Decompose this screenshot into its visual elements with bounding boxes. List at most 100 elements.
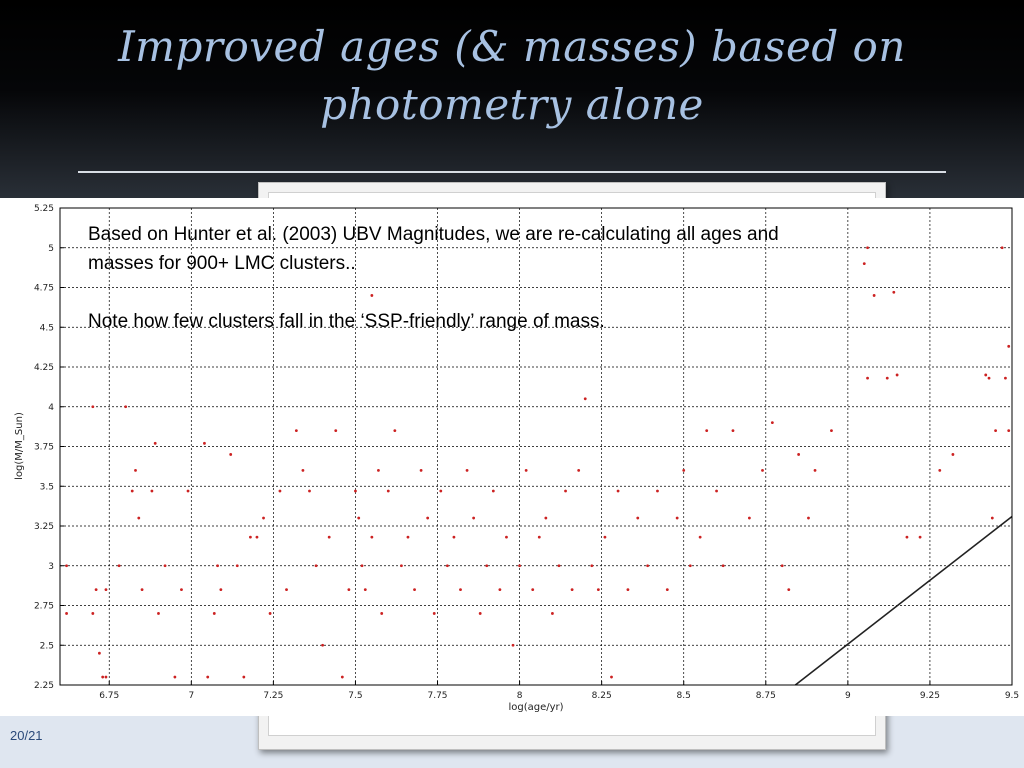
data-point xyxy=(990,516,994,520)
data-point xyxy=(360,564,364,568)
data-point xyxy=(787,588,791,591)
data-point xyxy=(895,373,899,377)
data-point xyxy=(134,468,137,472)
data-point xyxy=(705,429,709,432)
data-point xyxy=(892,290,896,294)
x-tick-label: 9.25 xyxy=(920,691,940,701)
data-point xyxy=(406,535,410,539)
y-tick-label: 4.75 xyxy=(34,284,54,294)
data-point xyxy=(91,405,95,409)
data-point xyxy=(101,675,105,679)
data-point xyxy=(731,429,735,432)
data-point xyxy=(314,564,318,568)
data-point xyxy=(206,675,210,679)
data-point xyxy=(524,468,528,472)
x-tick-label: 7.25 xyxy=(263,691,283,701)
title-underline xyxy=(78,171,946,173)
data-point xyxy=(386,489,390,493)
data-point xyxy=(65,564,68,568)
x-tick-label: 8 xyxy=(517,691,523,701)
y-tick-label: 5 xyxy=(48,244,54,254)
data-point xyxy=(163,564,167,568)
ssp-limit-line xyxy=(794,515,1013,686)
data-point xyxy=(688,564,692,568)
data-point xyxy=(137,516,141,520)
data-point xyxy=(249,535,252,539)
data-point xyxy=(636,516,640,520)
scatter-figure: 6.75 7 7.25 7.5 7.75 8 8.25 8.5 8.75 9 9.25 9.5 2.25… xyxy=(0,198,1024,716)
data-point xyxy=(173,675,177,679)
data-point xyxy=(747,516,751,520)
data-point xyxy=(262,516,265,520)
data-point xyxy=(866,246,869,250)
data-point xyxy=(117,564,121,568)
data-point xyxy=(866,376,869,380)
data-point xyxy=(452,535,456,539)
data-point xyxy=(511,643,515,647)
data-point xyxy=(830,429,833,432)
y-tick-label: 2.25 xyxy=(34,681,54,691)
data-point xyxy=(157,612,160,615)
data-point xyxy=(872,294,876,297)
data-point xyxy=(905,535,909,539)
note-ssp-friendly: Note how few clusters fall in the ‘SSP-f… xyxy=(88,311,605,332)
data-point xyxy=(370,535,374,539)
data-point xyxy=(278,489,282,493)
data-point xyxy=(603,535,607,539)
data-point xyxy=(885,376,889,380)
data-point xyxy=(721,564,725,568)
data-point xyxy=(675,516,679,520)
data-point xyxy=(715,489,718,493)
data-point xyxy=(203,441,206,445)
data-point xyxy=(445,564,449,568)
data-point xyxy=(518,564,521,568)
data-point xyxy=(557,564,561,568)
data-point xyxy=(1000,246,1004,250)
data-point xyxy=(665,588,669,591)
data-point xyxy=(380,612,384,615)
data-point xyxy=(301,468,305,472)
data-point xyxy=(294,429,298,432)
data-point xyxy=(65,612,68,615)
data-point xyxy=(797,453,801,456)
x-tick-label: 8.25 xyxy=(592,691,612,701)
data-point xyxy=(505,535,508,539)
data-point xyxy=(216,564,219,568)
data-point xyxy=(780,564,784,568)
data-point xyxy=(242,675,246,679)
data-point xyxy=(97,651,101,655)
y-tick-label: 4.25 xyxy=(34,363,54,373)
data-point xyxy=(186,489,190,493)
x-tick-label: 7.5 xyxy=(348,691,362,701)
data-point xyxy=(626,588,630,591)
data-point xyxy=(426,516,430,520)
y-tick-label: 2.5 xyxy=(40,641,54,651)
data-point xyxy=(104,588,108,591)
data-point xyxy=(551,612,554,615)
data-point xyxy=(347,588,351,591)
data-point xyxy=(807,516,810,520)
x-axis-label: log(age/yr) xyxy=(508,702,563,713)
y-tick-label: 3.5 xyxy=(40,482,54,492)
data-point xyxy=(498,588,502,591)
data-point xyxy=(419,468,423,472)
data-point xyxy=(340,675,344,679)
data-point xyxy=(987,376,991,380)
data-point xyxy=(1007,429,1011,432)
line-layer xyxy=(794,515,1013,686)
data-point xyxy=(583,397,587,401)
data-point xyxy=(321,643,325,647)
data-point xyxy=(531,588,535,591)
data-point xyxy=(485,564,489,568)
data-point xyxy=(564,489,567,493)
data-point xyxy=(682,468,686,472)
data-point xyxy=(130,489,134,493)
data-point xyxy=(140,588,144,591)
data-point xyxy=(219,588,223,591)
x-tick-label: 9 xyxy=(845,691,851,701)
data-point xyxy=(357,516,361,520)
y-tick-label: 4 xyxy=(48,403,54,413)
data-point xyxy=(761,468,764,472)
data-point xyxy=(1004,376,1007,380)
data-point xyxy=(698,535,702,539)
